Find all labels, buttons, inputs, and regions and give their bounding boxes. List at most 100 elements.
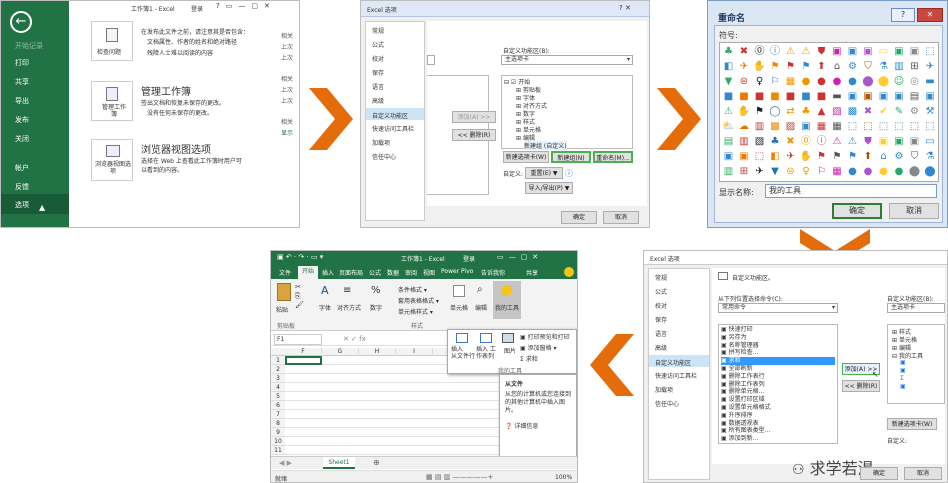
table-format[interactable]: 套用表格格式 ▾: [398, 296, 439, 305]
nav2-advanced[interactable]: 高级: [655, 343, 667, 352]
symbol-icon[interactable]: ▦: [831, 120, 844, 133]
nav-save[interactable]: 保存: [372, 68, 384, 77]
column-header[interactable]: G: [322, 348, 359, 356]
symbol-icon[interactable]: ▣: [908, 45, 921, 58]
tab-file[interactable]: 文件: [279, 268, 291, 277]
tab-data[interactable]: 数据: [387, 268, 399, 277]
symbol-icon[interactable]: ⬚: [924, 120, 937, 133]
symbol-icon[interactable]: ▩: [769, 120, 782, 133]
symbol-icon[interactable]: ●: [877, 165, 890, 178]
paste-icon[interactable]: [277, 283, 291, 301]
sidebar-item-share[interactable]: 共享: [15, 77, 29, 87]
symbol-icon[interactable]: ■: [722, 90, 735, 103]
symbol-icon[interactable]: ▣: [831, 45, 844, 58]
symbol-icon[interactable]: ⌂: [877, 150, 890, 163]
symbol-icon[interactable]: ✋: [738, 105, 751, 118]
symbol-icon[interactable]: ♀: [800, 165, 813, 178]
nav2-addins[interactable]: 加载项: [655, 385, 673, 394]
tab-insert[interactable]: 插入: [322, 268, 334, 277]
symbol-icon[interactable]: ⛅: [722, 120, 735, 133]
new-tab-button-2[interactable]: 新建选项卡(W): [887, 418, 937, 430]
symbol-icon[interactable]: ▼: [769, 165, 782, 178]
command-item[interactable]: ▣ 全部刷新: [721, 365, 835, 373]
sidebar-item-export[interactable]: 导出: [15, 96, 29, 106]
symbol-icon[interactable]: ▦: [784, 75, 797, 88]
insert-book-icon[interactable]: [480, 333, 492, 343]
symbol-icon[interactable]: ▣: [722, 150, 735, 163]
browser-view-button[interactable]: 浏览器视图选项: [91, 139, 133, 181]
symbol-icon[interactable]: ▭: [877, 45, 890, 58]
nav-proofing[interactable]: 校对: [372, 54, 384, 63]
nav2-qat[interactable]: 快速访问工具栏: [655, 371, 697, 380]
sidebar-item-1[interactable]: 开始记录: [15, 41, 43, 51]
qat-icons[interactable]: ▣ ↶ · ↷ · ▭ ▾: [277, 253, 323, 261]
add-sheet-item[interactable]: ▣ 添加窗格 ▾: [520, 343, 557, 352]
tab-review[interactable]: 审阅: [405, 268, 417, 277]
excel-login[interactable]: 登录: [463, 254, 475, 263]
cells-icon[interactable]: [453, 285, 465, 297]
inspect-button[interactable]: 检查问题: [91, 21, 133, 61]
sidebar-item-feedback[interactable]: 反馈: [15, 182, 29, 192]
command-item[interactable]: ▣ 另存为: [721, 334, 835, 342]
symbol-icon[interactable]: ⚠: [784, 45, 797, 58]
symbol-icon[interactable]: ⬆: [862, 150, 875, 163]
tab-home[interactable]: 开始: [298, 266, 318, 279]
rename-button[interactable]: 重命名(M)...: [593, 151, 633, 163]
symbol-icon[interactable]: ▦: [831, 165, 844, 178]
symbol-icon[interactable]: ◯: [769, 105, 782, 118]
symbol-icon[interactable]: ♣: [800, 105, 813, 118]
symbol-icon[interactable]: ♀: [753, 75, 766, 88]
symbol-icon[interactable]: ♣: [722, 45, 735, 58]
symbol-icon[interactable]: ▣: [800, 120, 813, 133]
row-header[interactable]: 10: [271, 437, 285, 446]
symbol-icon[interactable]: ●: [800, 75, 813, 88]
manage-workbook-button[interactable]: 管理工作簿: [91, 81, 133, 121]
rename-ok-button[interactable]: 确定: [832, 203, 882, 219]
sidebar-item-options[interactable]: 选项 ▲: [1, 194, 69, 214]
symbol-icon[interactable]: ▩: [846, 105, 859, 118]
symbol-icon[interactable]: ✈: [784, 150, 797, 163]
nav2-language[interactable]: 语言: [655, 329, 667, 338]
align-icon[interactable]: ≡: [343, 285, 351, 296]
sum-item[interactable]: Σ 求和: [520, 354, 538, 363]
symbol-icon[interactable]: ▬: [831, 90, 844, 103]
add-button[interactable]: 添加(A) >>: [452, 111, 496, 123]
command-item[interactable]: ▣ 求和: [721, 357, 835, 366]
symbol-icon[interactable]: ■: [784, 90, 797, 103]
symbol-icon[interactable]: ⚗: [924, 150, 937, 163]
symbol-icon[interactable]: ▣: [862, 45, 875, 58]
symbol-icon[interactable]: ▣: [846, 45, 859, 58]
symbol-icon[interactable]: ■: [800, 90, 813, 103]
symbol-icon[interactable]: ⊞: [908, 60, 921, 73]
nav-qat[interactable]: 快速访问工具栏: [372, 124, 414, 133]
cancel-button-2[interactable]: 取消: [904, 467, 942, 480]
excel-window-controls[interactable]: ▭—▢✕: [497, 253, 543, 261]
symbol-icon[interactable]: ✈: [924, 60, 937, 73]
row-header[interactable]: 1: [271, 356, 285, 365]
symbol-icon[interactable]: ⬚: [893, 120, 906, 133]
symbol-icon[interactable]: ⬚: [924, 45, 937, 58]
column-header[interactable]: I: [396, 348, 433, 356]
tab-layout[interactable]: 页面布局: [339, 268, 363, 277]
symbol-icon[interactable]: ✋: [800, 150, 813, 163]
symbol-icon[interactable]: ●: [846, 165, 859, 178]
choose-select[interactable]: 常用命令 ▾: [718, 303, 838, 313]
nav-customize-ribbon[interactable]: 自定义功能区: [366, 108, 424, 120]
cancel-button[interactable]: 取消: [603, 211, 639, 224]
tab-tellme[interactable]: 告诉我你: [481, 268, 505, 277]
symbol-icon[interactable]: ⓪: [800, 135, 813, 148]
row-header[interactable]: 9: [271, 428, 285, 437]
symbol-icon[interactable]: ⬚: [877, 120, 890, 133]
symbol-icon[interactable]: ⛉: [862, 60, 875, 73]
close-button[interactable]: ✕: [917, 8, 943, 22]
picture-icon[interactable]: [502, 333, 514, 343]
symbol-icon[interactable]: ⚑: [753, 105, 766, 118]
ok-button[interactable]: 确定: [561, 211, 597, 224]
row-header[interactable]: 4: [271, 383, 285, 392]
remove-button-2[interactable]: << 删除(R): [842, 380, 880, 392]
insert-table-icon[interactable]: [456, 333, 468, 343]
add-sheet-icon[interactable]: ⊕: [373, 458, 380, 467]
command-item[interactable]: ▣ 删除工作表行: [721, 373, 835, 381]
nav-addins[interactable]: 加载项: [372, 138, 390, 147]
cond-format[interactable]: 条件格式 ▾: [398, 285, 427, 294]
